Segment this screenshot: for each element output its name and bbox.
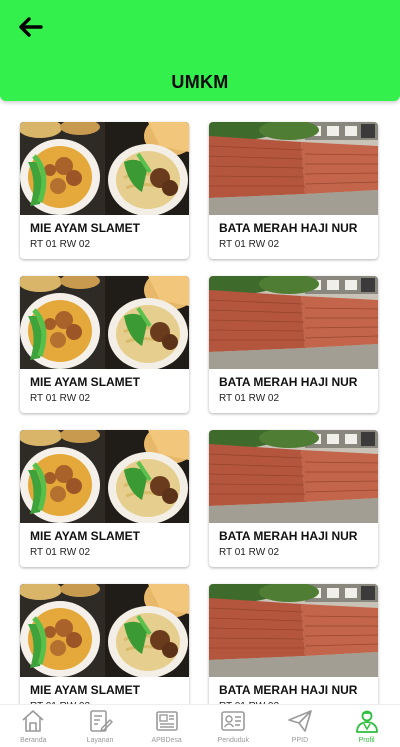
nav-item-penduduk[interactable]: Penduduk [200,705,266,747]
umkm-grid: MIE AYAM SLAMET RT 01 RW 02 BATA MERAH HAJ… [20,122,378,704]
page-title: UMKM [171,72,229,92]
nav-item-ppid[interactable]: PPID [267,705,333,747]
nav-label: PPID [291,737,309,744]
card-address: RT 01 RW 02 [219,239,280,250]
bottom-navigation: Beranda Layanan APBDesa Penduduk PPID Profil [0,704,400,747]
bata-merah-photo [209,122,378,215]
nav-item-apbdesa[interactable]: APBDesa [134,705,200,747]
card-body: MIE AYAM SLAMET RT 01 RW 02 [20,369,189,404]
bata-merah-photo [209,276,378,369]
card-title: BATA MERAH HAJI NUR [219,683,358,697]
card-body: MIE AYAM SLAMET RT 01 RW 02 [20,215,189,250]
card-address: RT 01 RW 02 [219,393,280,404]
umkm-card[interactable]: MIE AYAM SLAMET RT 01 RW 02 [20,122,189,259]
nav-item-profil[interactable]: Profil [334,705,400,747]
card-body: MIE AYAM SLAMET RT 01 RW 02 [20,523,189,558]
mie-ayam-photo [20,430,189,523]
nav-label: Layanan [86,737,114,744]
card-address: RT 01 RW 02 [30,239,91,250]
content-area[interactable]: MIE AYAM SLAMET RT 01 RW 02 BATA MERAH HAJ… [0,101,400,704]
mie-ayam-photo [20,584,189,677]
card-body: BATA MERAH HAJI NUR RT 01 RW 02 [209,523,378,558]
user-profile-icon [355,710,378,733]
card-title: BATA MERAH HAJI NUR [219,375,358,389]
header-bar: UMKM [0,0,400,101]
back-arrow-icon[interactable] [16,14,44,40]
mie-ayam-photo [20,122,189,215]
nav-item-layanan[interactable]: Layanan [67,705,133,747]
card-body: MIE AYAM SLAMETRT 01 RW 02 [20,677,189,704]
card-body: BATA MERAH HAJI NUR RT 01 RW 02 [209,369,378,404]
card-title: MIE AYAM SLAMET [30,221,141,235]
card-title: BATA MERAH HAJI NUR [219,221,358,235]
umkm-card[interactable]: MIE AYAM SLAMET RT 01 RW 02 [20,276,189,413]
paper-plane-icon [288,710,312,732]
nav-label: Profil [358,737,375,744]
umkm-card[interactable]: BATA MERAH HAJI NUR RT 01 RW 02 [209,430,378,567]
umkm-card[interactable]: BATA MERAH HAJI NUR RT 01 RW 02 [209,122,378,259]
home-icon [22,710,44,732]
card-address: RT 01 RW 02 [30,547,91,558]
nav-item-beranda[interactable]: Beranda [0,705,66,747]
document-edit-icon [90,710,113,732]
mie-ayam-photo [20,276,189,369]
card-title: BATA MERAH HAJI NUR [219,529,358,543]
card-body: BATA MERAH HAJI NURRT 01 RW 02 [209,677,378,704]
bata-merah-photo [209,430,378,523]
umkm-card[interactable]: BATA MERAH HAJI NURRT 01 RW 02 [209,584,378,704]
nav-label: APBDesa [151,737,182,744]
nav-label: Beranda [20,737,47,744]
nav-label: Penduduk [217,737,250,744]
id-card-icon [221,711,246,731]
card-body: BATA MERAH HAJI NUR RT 01 RW 02 [209,215,378,250]
umkm-card[interactable]: MIE AYAM SLAMET RT 01 RW 02 [20,430,189,567]
card-address: RT 01 RW 02 [219,547,280,558]
bata-merah-photo [209,584,378,677]
card-title: MIE AYAM SLAMET [30,683,141,697]
umkm-card[interactable]: MIE AYAM SLAMETRT 01 RW 02 [20,584,189,704]
card-title: MIE AYAM SLAMET [30,375,141,389]
card-address: RT 01 RW 02 [30,393,91,404]
umkm-card[interactable]: BATA MERAH HAJI NUR RT 01 RW 02 [209,276,378,413]
newspaper-icon [155,711,178,731]
card-title: MIE AYAM SLAMET [30,529,141,543]
